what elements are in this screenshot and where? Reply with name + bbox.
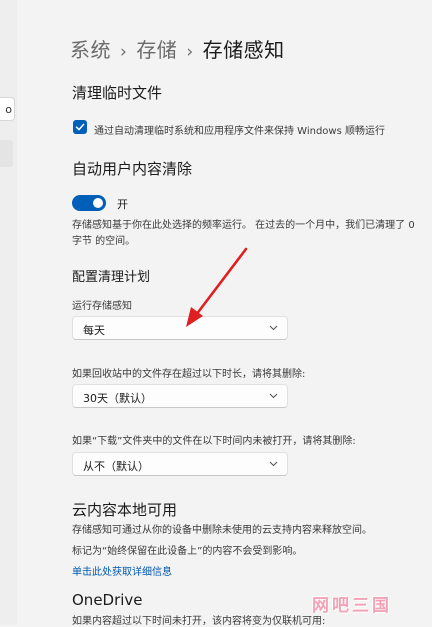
run-frequency-label: 运行存储感知 <box>72 301 132 312</box>
cloud-content-line1: 存储感知可通过从你的设备中删除未使用的云支持内容来释放空间。 <box>72 525 372 536</box>
chevron-down-icon <box>269 461 278 467</box>
downloads-value: 从不（默认） <box>83 460 149 473</box>
downloads-dropdown[interactable]: 从不（默认） <box>72 452 288 476</box>
breadcrumb: 系统 › 存储 › 存储感知 <box>70 34 285 63</box>
cleanup-temp-checkbox-label: 通过自动清理临时系统和应用程序文件来保持 Windows 顺畅运行 <box>94 126 385 137</box>
checkmark-icon <box>75 123 85 131</box>
navigation-pane: o <box>0 0 17 625</box>
run-frequency-dropdown[interactable]: 每天 <box>72 316 288 340</box>
chevron-right-icon: › <box>120 42 128 62</box>
auto-cleanup-toggle-label: 开 <box>117 198 128 211</box>
recycle-bin-label: 如果回收站中的文件存在超过以下时长，请将其删除: <box>72 369 306 380</box>
nav-selected-item[interactable] <box>0 140 13 167</box>
page-title: 存储感知 <box>202 38 285 62</box>
recycle-bin-dropdown[interactable]: 30天（默认） <box>72 384 288 408</box>
chevron-down-icon <box>269 325 278 331</box>
cleanup-temp-checkbox[interactable] <box>73 120 87 134</box>
onedrive-title: OneDrive <box>72 591 143 609</box>
auto-cleanup-description: 存储感知基于你在此处选择的频率运行。 在过去的一个月中，我们已清理了 0 字节 … <box>72 220 415 247</box>
chevron-down-icon <box>269 393 278 399</box>
toggle-knob <box>93 198 103 208</box>
watermark: 网吧三国 <box>312 596 392 616</box>
schedule-title: 配置清理计划 <box>72 270 151 285</box>
breadcrumb-system[interactable]: 系统 <box>70 38 111 62</box>
nav-search-box[interactable]: o <box>0 97 15 121</box>
cloud-content-title: 云内容本地可用 <box>72 501 178 519</box>
breadcrumb-storage[interactable]: 存储 <box>136 38 177 62</box>
auto-cleanup-title: 自动用户内容清除 <box>72 160 193 178</box>
cleanup-temp-title: 清理临时文件 <box>72 84 163 102</box>
run-frequency-value: 每天 <box>83 324 105 337</box>
cloud-details-link[interactable]: 单击此处获取详细信息 <box>72 563 172 578</box>
chevron-right-icon: › <box>186 42 194 62</box>
auto-cleanup-toggle[interactable] <box>72 195 106 211</box>
downloads-label: 如果“下载”文件夹中的文件在以下时间内未被打开，请将其删除: <box>72 436 356 447</box>
recycle-bin-value: 30天（默认） <box>83 392 152 405</box>
cloud-content-line2: 标记为“始终保留在此设备上”的内容不会受到影响。 <box>72 546 303 557</box>
